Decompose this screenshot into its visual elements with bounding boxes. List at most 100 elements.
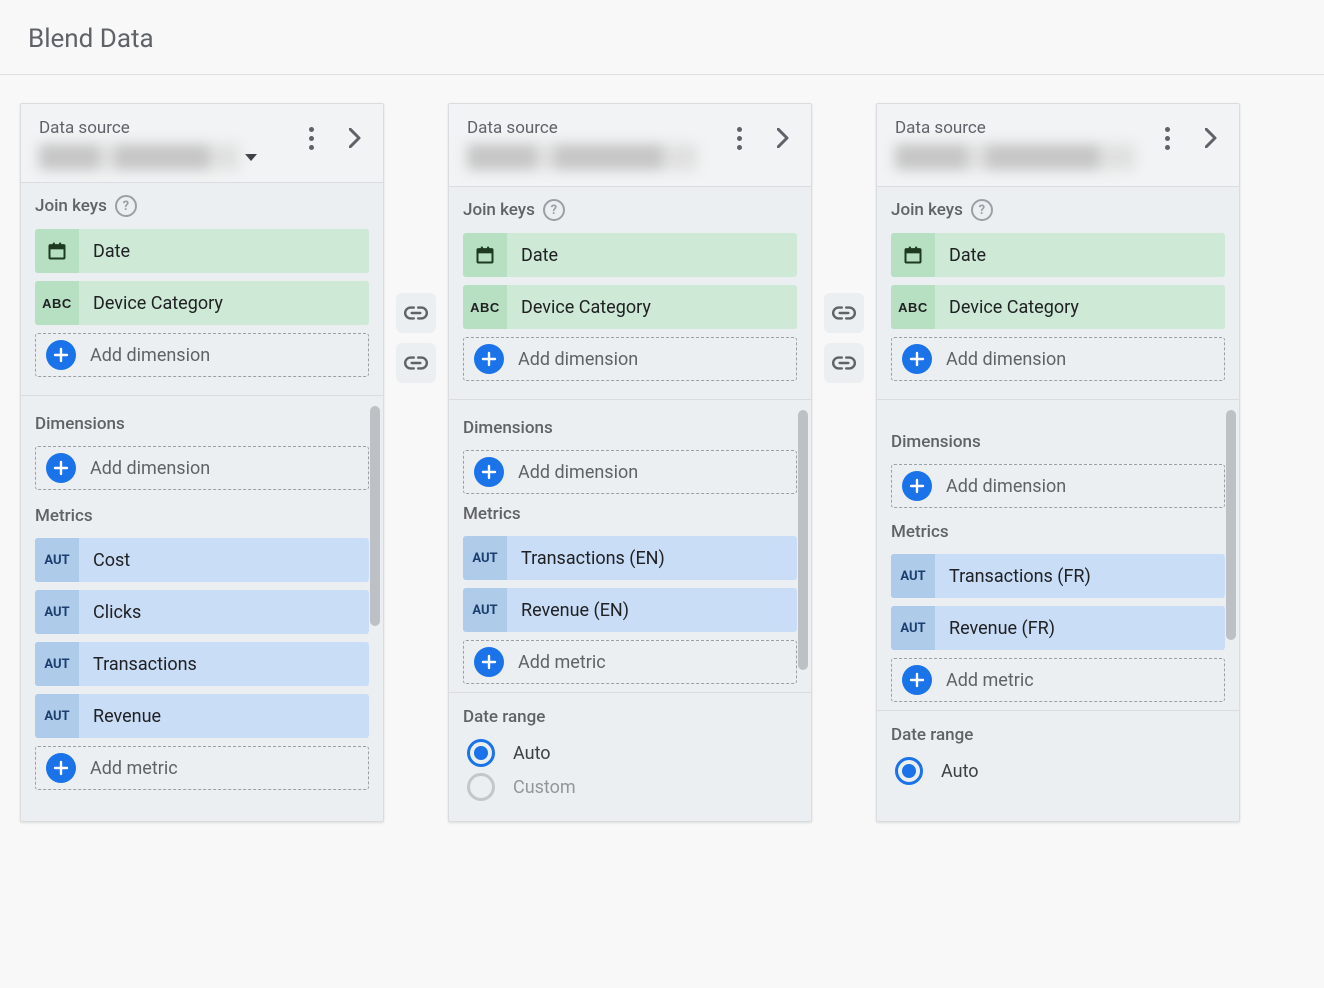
scrollbar[interactable] — [370, 406, 380, 626]
radio-icon — [895, 757, 923, 785]
divider — [449, 692, 811, 693]
metric-chip[interactable]: AUT Revenue (FR) — [891, 606, 1225, 650]
aggregation-type-icon: AUT — [35, 694, 79, 738]
radio-icon — [467, 773, 495, 801]
chip-label: Date — [935, 245, 1225, 266]
add-metric-button[interactable]: Add metric — [891, 658, 1225, 702]
aggregation-type-icon: AUT — [463, 588, 507, 632]
add-dimension-button[interactable]: Add dimension — [891, 464, 1225, 508]
join-keys-label: Join keys ? — [463, 199, 797, 221]
join-key-chip[interactable]: ABC Device Category — [35, 281, 369, 325]
add-dimension-button[interactable]: Add dimension — [891, 337, 1225, 381]
scrollbar[interactable] — [798, 410, 808, 670]
panel-header: Data source — [449, 104, 811, 187]
plus-icon — [902, 471, 932, 501]
add-metric-button[interactable]: Add metric — [463, 640, 797, 684]
data-source-label: Data source — [467, 118, 715, 138]
metric-chip[interactable]: AUT Revenue — [35, 694, 369, 738]
data-source-selector[interactable] — [467, 144, 715, 174]
dimensions-label: Dimensions — [463, 418, 797, 438]
join-key-chip[interactable]: Date — [35, 229, 369, 273]
panel-scroll-area: Dimensions Add dimension Metrics AUT Cos… — [21, 395, 383, 821]
plus-icon — [474, 647, 504, 677]
date-range-auto-radio[interactable]: Auto — [467, 739, 793, 767]
add-dimension-button[interactable]: Add dimension — [35, 333, 369, 377]
data-source-selector[interactable] — [895, 144, 1143, 174]
chip-label: Clicks — [79, 602, 369, 623]
chip-label: Device Category — [935, 297, 1225, 318]
metric-chip[interactable]: AUT Transactions (EN) — [463, 536, 797, 580]
join-link-indicator[interactable] — [824, 343, 864, 383]
metric-chip[interactable]: AUT Transactions (FR) — [891, 554, 1225, 598]
help-icon[interactable]: ? — [971, 199, 993, 221]
join-link-indicator[interactable] — [396, 343, 436, 383]
chevron-right-icon — [349, 128, 361, 148]
join-key-chip[interactable]: ABC Device Category — [891, 285, 1225, 329]
join-link-indicator[interactable] — [396, 293, 436, 333]
join-keys-section: Join keys ? Date ABC Device Category Add… — [21, 183, 383, 395]
more-vertical-icon — [309, 127, 314, 150]
data-source-selector[interactable] — [39, 144, 287, 170]
join-keys-section: Join keys ? Date ABC Device Category Add… — [449, 187, 811, 399]
caret-down-icon — [245, 154, 257, 161]
data-source-label: Data source — [895, 118, 1143, 138]
help-icon[interactable]: ? — [115, 195, 137, 217]
chip-label: Revenue — [79, 706, 369, 727]
more-vertical-icon — [1165, 127, 1170, 150]
add-dimension-label: Add dimension — [518, 462, 638, 483]
join-key-chip[interactable]: Date — [891, 233, 1225, 277]
join-keys-text: Join keys — [35, 196, 107, 216]
aggregation-type-icon: AUT — [35, 538, 79, 582]
metric-chip[interactable]: AUT Transactions — [35, 642, 369, 686]
date-range-label: Date range — [463, 707, 797, 727]
plus-icon — [46, 453, 76, 483]
link-icon — [403, 350, 429, 376]
scrollbar[interactable] — [1226, 410, 1236, 640]
date-range-auto-radio[interactable]: Auto — [895, 757, 1221, 785]
panel-header: Data source — [877, 104, 1239, 187]
expand-panel-button[interactable] — [763, 118, 803, 158]
data-source-panel: Data source Join keys ? — [876, 103, 1240, 822]
panel-scroll-area: Dimensions Add dimension Metrics AUT Tra… — [449, 399, 811, 821]
add-dimension-label: Add dimension — [90, 458, 210, 479]
panel-scroll-area: Dimensions Add dimension Metrics AUT Tra… — [877, 399, 1239, 821]
help-icon[interactable]: ? — [543, 199, 565, 221]
date-range-custom-radio[interactable]: Custom — [467, 773, 793, 801]
join-key-chip[interactable]: ABC Device Category — [463, 285, 797, 329]
more-options-button[interactable] — [719, 118, 759, 158]
chip-label: Cost — [79, 550, 369, 571]
join-key-chip[interactable]: Date — [463, 233, 797, 277]
more-options-button[interactable] — [291, 118, 331, 158]
metric-chip[interactable]: AUT Revenue (EN) — [463, 588, 797, 632]
radio-label: Auto — [941, 761, 979, 782]
calendar-icon — [35, 229, 79, 273]
text-type-icon: ABC — [35, 281, 79, 325]
sources-row: Data source Join keys ? — [0, 75, 1324, 850]
chip-label: Transactions — [79, 654, 369, 675]
chip-label: Device Category — [507, 297, 797, 318]
link-icon — [831, 350, 857, 376]
add-dimension-label: Add dimension — [90, 345, 210, 366]
plus-icon — [46, 753, 76, 783]
metric-chip[interactable]: AUT Cost — [35, 538, 369, 582]
data-source-name-redacted — [895, 144, 1135, 170]
data-source-label: Data source — [39, 118, 287, 138]
page-header: Blend Data — [0, 0, 1324, 75]
add-dimension-button[interactable]: Add dimension — [35, 446, 369, 490]
metric-chip[interactable]: AUT Clicks — [35, 590, 369, 634]
add-dimension-label: Add dimension — [946, 349, 1066, 370]
join-link-indicator[interactable] — [824, 293, 864, 333]
more-vertical-icon — [737, 127, 742, 150]
join-keys-text: Join keys — [891, 200, 963, 220]
data-source-panel: Data source Join keys ? — [448, 103, 812, 822]
expand-panel-button[interactable] — [1191, 118, 1231, 158]
add-metric-button[interactable]: Add metric — [35, 746, 369, 790]
add-dimension-button[interactable]: Add dimension — [463, 337, 797, 381]
more-options-button[interactable] — [1147, 118, 1187, 158]
add-dimension-button[interactable]: Add dimension — [463, 450, 797, 494]
chevron-right-icon — [777, 128, 789, 148]
radio-label: Auto — [513, 743, 551, 764]
plus-icon — [902, 344, 932, 374]
plus-icon — [474, 344, 504, 374]
expand-panel-button[interactable] — [335, 118, 375, 158]
